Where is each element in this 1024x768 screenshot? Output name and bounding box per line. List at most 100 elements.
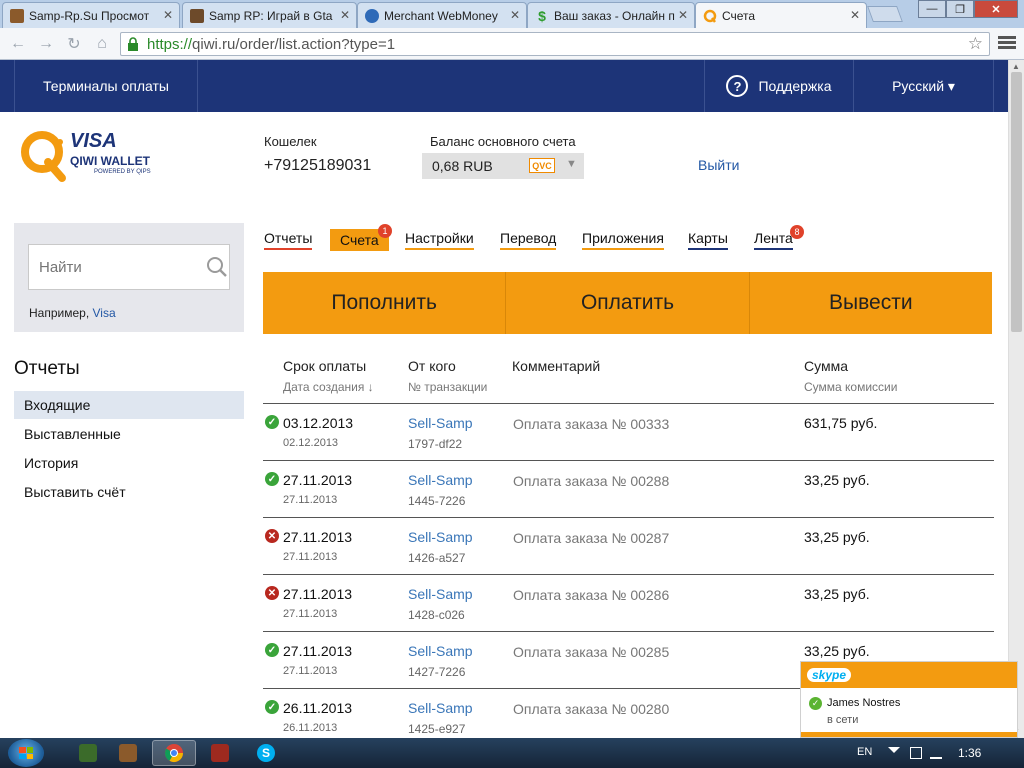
- sender-link[interactable]: Sell-Samp: [408, 472, 473, 488]
- tab-title: Samp-Rp.Su Просмот: [29, 9, 150, 23]
- browser-tab-strip: Samp-Rp.Su Просмот ✕ Samp RP: Играй в Gt…: [0, 0, 1024, 28]
- search-example: Например, Visa: [29, 306, 116, 320]
- cancelled-x-icon: ✕: [265, 586, 279, 600]
- qiwi-favicon-icon: [703, 9, 717, 23]
- taskbar-app-samp[interactable]: [106, 740, 150, 766]
- paid-check-icon: ✓: [265, 472, 279, 486]
- forward-arrow-icon[interactable]: →: [36, 34, 56, 54]
- qiwi-top-nav: Терминалы оплаты ? Поддержка Русский ▾: [0, 60, 1008, 112]
- tab-reports[interactable]: Отчеты: [264, 230, 313, 250]
- language-selector[interactable]: Русский ▾: [854, 60, 994, 112]
- minimize-button[interactable]: —: [918, 0, 946, 18]
- close-tab-icon[interactable]: ✕: [163, 8, 173, 22]
- amount-value: 631,75 руб.: [804, 415, 878, 431]
- balance-dropdown[interactable]: 0,68 RUB QVC ▼: [422, 153, 584, 179]
- table-row[interactable]: ✕ 27.11.2013 27.11.2013 Sell-Samp 1428-c…: [263, 575, 994, 632]
- column-header-comment: Комментарий: [512, 358, 601, 374]
- transaction-id: 1428-c026: [408, 608, 465, 622]
- close-tab-icon[interactable]: ✕: [850, 8, 860, 22]
- example-link[interactable]: Visa: [92, 306, 115, 320]
- new-tab-button[interactable]: [867, 6, 903, 22]
- tab-cards[interactable]: Карты: [688, 230, 728, 250]
- comment-text: Оплата заказа № 00280: [513, 701, 670, 717]
- pay-button[interactable]: Оплатить: [506, 272, 750, 334]
- skype-notification[interactable]: skype ✓ James Nostres в сети: [800, 661, 1018, 738]
- browser-tab[interactable]: Samp-Rp.Su Просмот ✕: [2, 2, 180, 28]
- tab-title: Samp RP: Играй в Gta: [209, 9, 333, 23]
- column-header-created[interactable]: Дата создания ↓: [283, 380, 374, 394]
- close-window-button[interactable]: ✕: [974, 0, 1018, 18]
- keyboard-language[interactable]: EN: [857, 746, 872, 758]
- tab-title: Ваш заказ - Онлайн п: [554, 9, 675, 23]
- column-header-fee: Сумма комиссии: [804, 380, 898, 394]
- tab-transfer[interactable]: Перевод: [500, 230, 557, 250]
- withdraw-button[interactable]: Вывести: [749, 272, 992, 334]
- sender-link[interactable]: Sell-Samp: [408, 643, 473, 659]
- logout-link[interactable]: Выйти: [698, 157, 739, 173]
- comment-text: Оплата заказа № 00333: [513, 416, 670, 432]
- table-row[interactable]: ✓ 03.12.2013 02.12.2013 Sell-Samp 1797-d…: [263, 404, 994, 461]
- due-date: 27.11.2013: [283, 643, 353, 659]
- scrollbar-thumb[interactable]: [1011, 72, 1022, 332]
- top-up-button[interactable]: Пополнить: [263, 272, 507, 334]
- taskbar-app-chrome[interactable]: [152, 740, 196, 766]
- browser-menu-icon[interactable]: [998, 34, 1016, 54]
- table-row[interactable]: ✓ 27.11.2013 27.11.2013 Sell-Samp 1445-7…: [263, 461, 994, 518]
- search-icon[interactable]: [206, 256, 228, 278]
- sidebar-item-history[interactable]: История: [14, 449, 244, 477]
- taskbar-app-dota[interactable]: [198, 740, 242, 766]
- back-arrow-icon[interactable]: ←: [8, 34, 28, 54]
- tab-feed[interactable]: Лента: [754, 230, 793, 250]
- tray-expand-icon[interactable]: [888, 747, 900, 753]
- contact-status: в сети: [827, 714, 859, 726]
- support-link[interactable]: ? Поддержка: [704, 60, 854, 112]
- start-button[interactable]: [8, 739, 44, 767]
- browser-tab[interactable]: Samp RP: Играй в Gta ✕: [182, 2, 357, 28]
- sender-link[interactable]: Sell-Samp: [408, 529, 473, 545]
- column-header-due[interactable]: Срок оплаты: [283, 358, 366, 374]
- close-tab-icon[interactable]: ✕: [678, 8, 688, 22]
- network-icon[interactable]: [930, 747, 942, 759]
- created-date: 27.11.2013: [283, 608, 338, 620]
- home-icon[interactable]: ⌂: [92, 34, 112, 54]
- action-center-flag-icon[interactable]: [910, 747, 922, 759]
- scroll-up-icon[interactable]: ▲: [1012, 62, 1020, 71]
- close-tab-icon[interactable]: ✕: [340, 8, 350, 22]
- url-text: https://qiwi.ru/order/list.action?type=1: [147, 36, 396, 53]
- tab-settings[interactable]: Настройки: [405, 230, 474, 250]
- qiwi-visa-logo[interactable]: VISA QIWI WALLET POWERED BY QIPS: [18, 128, 168, 184]
- table-row[interactable]: ✕ 27.11.2013 27.11.2013 Sell-Samp 1426-a…: [263, 518, 994, 575]
- address-bar[interactable]: https://qiwi.ru/order/list.action?type=1…: [120, 32, 990, 56]
- tab-apps[interactable]: Приложения: [582, 230, 664, 250]
- reload-icon[interactable]: ↻: [64, 34, 84, 54]
- close-tab-icon[interactable]: ✕: [510, 8, 520, 22]
- sender-link[interactable]: Sell-Samp: [408, 586, 473, 602]
- lock-icon: [128, 37, 138, 51]
- paid-check-icon: ✓: [265, 415, 279, 429]
- search-input[interactable]: [28, 244, 230, 290]
- sidebar-item-incoming[interactable]: Входящие: [14, 391, 244, 419]
- restore-button[interactable]: ❐: [946, 0, 974, 18]
- browser-tab-active[interactable]: Счета ✕: [695, 2, 867, 28]
- comment-text: Оплата заказа № 00287: [513, 530, 670, 546]
- browser-tab[interactable]: Merchant WebMoney ✕: [357, 2, 527, 28]
- invoices-count-badge: 1: [378, 224, 392, 238]
- terminals-link[interactable]: Терминалы оплаты: [14, 60, 198, 112]
- balance-value: 0,68 RUB: [432, 158, 493, 174]
- sidebar-item-create-invoice[interactable]: Выставить счёт: [14, 478, 244, 506]
- taskbar-app-skype[interactable]: S: [244, 740, 288, 766]
- skype-header: skype: [801, 662, 1017, 688]
- system-clock[interactable]: 1:36: [958, 746, 981, 760]
- cancelled-x-icon: ✕: [265, 529, 279, 543]
- sender-link[interactable]: Sell-Samp: [408, 700, 473, 716]
- sidebar-item-issued[interactable]: Выставленные: [14, 420, 244, 448]
- page-scrollbar[interactable]: ▲ ▼: [1008, 60, 1024, 738]
- taskbar-app-game[interactable]: [66, 740, 110, 766]
- wallet-number: +79125189031: [264, 157, 372, 174]
- amount-value: 33,25 руб.: [804, 643, 870, 659]
- browser-tab[interactable]: $ Ваш заказ - Онлайн п ✕: [527, 2, 695, 28]
- sender-link[interactable]: Sell-Samp: [408, 415, 473, 431]
- tab-title: Счета: [722, 9, 756, 23]
- visa-wordmark: VISA: [70, 130, 117, 152]
- bookmark-star-icon[interactable]: ☆: [968, 34, 983, 54]
